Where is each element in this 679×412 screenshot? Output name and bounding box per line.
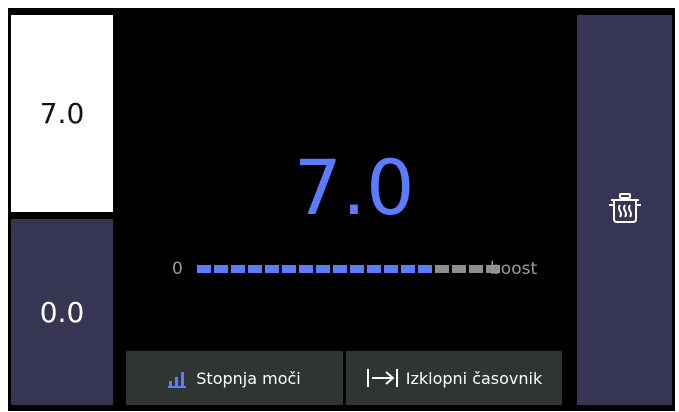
level-segment-active: [384, 265, 398, 273]
level-segments: [197, 265, 500, 273]
power-level-scale[interactable]: 0 boost: [124, 258, 569, 280]
level-segment-active: [367, 265, 381, 273]
power-level-display: 7.0: [293, 143, 415, 232]
level-segment-active: [197, 265, 211, 273]
scale-max-label: boost: [490, 259, 538, 279]
level-segment-active: [333, 265, 347, 273]
scale-min-label: 0: [172, 259, 183, 279]
bar-chart-icon: [168, 368, 190, 388]
level-segment-inactive: [452, 265, 466, 273]
cooking-function-panel[interactable]: [577, 15, 672, 405]
level-segment-inactive: [469, 265, 483, 273]
display-frame: 7.0 0.0 7.0 0 boost Stopnja moči Izklopn…: [0, 0, 679, 412]
level-segment-active: [316, 265, 330, 273]
zone-value-active: 7.0: [39, 97, 85, 130]
level-segment-active: [401, 265, 415, 273]
level-segment-active: [265, 265, 279, 273]
level-segment-active: [214, 265, 228, 273]
shutoff-timer-label: Izklopni časovnik: [405, 368, 543, 388]
zone-value-inactive: 0.0: [39, 295, 85, 329]
level-segment-active: [231, 265, 245, 273]
level-segment-inactive: [435, 265, 449, 273]
level-segment-active: [299, 265, 313, 273]
shutoff-timer-button[interactable]: Izklopni časovnik: [346, 351, 562, 405]
arrow-to-line-icon: [366, 368, 400, 388]
zone-selector-active[interactable]: 7.0: [11, 15, 113, 212]
cooktop-screen: 7.0 0.0 7.0 0 boost Stopnja moči Izklopn…: [8, 8, 675, 411]
power-level-button[interactable]: Stopnja moči: [126, 351, 343, 405]
level-segment-active: [248, 265, 262, 273]
level-segment-active: [350, 265, 364, 273]
level-segment-active: [418, 265, 432, 273]
zone-selector-inactive[interactable]: 0.0: [11, 219, 113, 405]
pot-icon: [608, 191, 642, 229]
power-level-label: Stopnja moči: [196, 368, 301, 388]
level-segment-active: [282, 265, 296, 273]
